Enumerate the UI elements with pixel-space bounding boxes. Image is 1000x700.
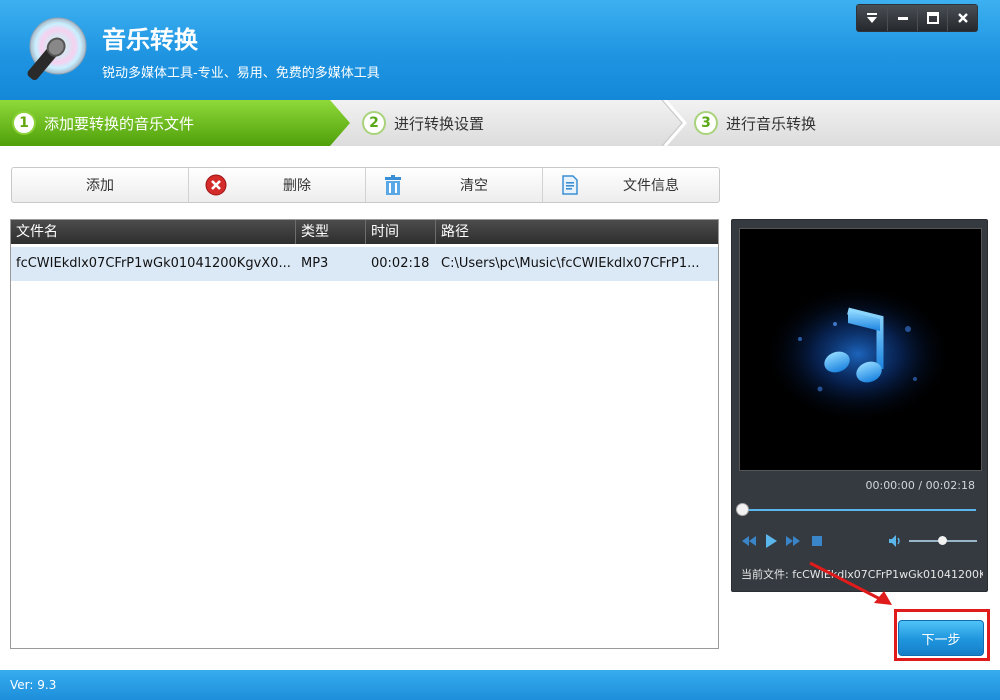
stop-icon[interactable] bbox=[809, 533, 825, 549]
arrow-annotation-icon bbox=[809, 561, 892, 605]
close-icon bbox=[957, 13, 968, 23]
cd-microphone-icon bbox=[27, 17, 87, 81]
menu-dropdown-icon bbox=[867, 13, 877, 23]
music-note-icon bbox=[763, 284, 953, 424]
playback-time: 00:00:00 / 00:02:18 bbox=[865, 479, 975, 492]
cell-path: C:\Users\pc\Music\fcCWIEkdlx07CFrP1... bbox=[441, 256, 700, 271]
file-toolbar: 添加 删除 清空 文件信息 bbox=[11, 167, 720, 203]
next-step-button[interactable]: 下一步 bbox=[898, 620, 984, 656]
column-header-type[interactable]: 类型 bbox=[296, 220, 366, 244]
clear-button[interactable]: 清空 bbox=[366, 168, 543, 202]
window-controls bbox=[856, 4, 978, 32]
progress-handle[interactable] bbox=[736, 503, 749, 516]
file-info-button[interactable]: 文件信息 bbox=[543, 168, 719, 202]
step-1[interactable]: 1 添加要转换的音乐文件 bbox=[12, 100, 194, 146]
version-label: Ver: 9.3 bbox=[10, 678, 57, 692]
step-2-label: 进行转换设置 bbox=[394, 114, 485, 133]
minimize-button[interactable] bbox=[887, 5, 917, 31]
progress-bar[interactable] bbox=[742, 509, 976, 511]
file-list-header: 文件名 类型 时间 路径 bbox=[11, 220, 718, 244]
column-header-time[interactable]: 时间 bbox=[366, 220, 436, 244]
close-button[interactable] bbox=[947, 5, 977, 31]
cell-type: MP3 bbox=[301, 256, 329, 271]
fast-forward-icon[interactable] bbox=[785, 533, 801, 549]
cell-filename: fcCWIEkdlx07CFrP1wGk01041200KgvX0... bbox=[16, 256, 291, 271]
menu-dropdown-button[interactable] bbox=[857, 5, 887, 31]
delete-icon bbox=[205, 174, 227, 196]
minimize-icon bbox=[897, 17, 908, 20]
step-2-number: 2 bbox=[362, 111, 386, 135]
status-bar: Ver: 9.3 bbox=[0, 670, 1000, 700]
cell-time: 00:02:18 bbox=[371, 256, 430, 271]
trash-icon bbox=[385, 175, 401, 195]
step-1-number: 1 bbox=[12, 111, 36, 135]
delete-button[interactable]: 删除 bbox=[189, 168, 366, 202]
preview-screen bbox=[739, 228, 982, 471]
play-icon[interactable] bbox=[763, 533, 779, 549]
rewind-icon[interactable] bbox=[741, 533, 757, 549]
step-bar: 1 添加要转换的音乐文件 2 进行转换设置 3 进行音乐转换 bbox=[0, 100, 1000, 146]
step-3[interactable]: 3 进行音乐转换 bbox=[694, 100, 816, 146]
step-2[interactable]: 2 进行转换设置 bbox=[362, 100, 484, 146]
add-button[interactable]: 添加 bbox=[12, 168, 189, 202]
step-3-label: 进行音乐转换 bbox=[726, 114, 817, 133]
app-title: 音乐转换 bbox=[102, 26, 198, 54]
maximize-icon bbox=[926, 12, 939, 24]
volume-icon[interactable] bbox=[887, 533, 903, 549]
preview-player: 00:00:00 / 00:02:18 当前文件: fcCWIEkdlx07CF… bbox=[731, 219, 988, 592]
app-subtitle: 锐动多媒体工具-专业、易用、免费的多媒体工具 bbox=[102, 66, 380, 81]
maximize-button[interactable] bbox=[917, 5, 947, 31]
title-bar: 音乐转换 锐动多媒体工具-专业、易用、免费的多媒体工具 bbox=[0, 0, 1000, 100]
step-1-label: 添加要转换的音乐文件 bbox=[44, 114, 195, 133]
column-header-filename[interactable]: 文件名 bbox=[11, 220, 296, 244]
file-list[interactable]: 文件名 类型 时间 路径 fcCWIEkdlx07CFrP1wGk0104120… bbox=[10, 219, 719, 649]
step-3-number: 3 bbox=[694, 111, 718, 135]
table-row[interactable]: fcCWIEkdlx07CFrP1wGk01041200KgvX0... MP3… bbox=[11, 247, 718, 281]
document-info-icon bbox=[562, 175, 578, 195]
add-button-label: 添加 bbox=[86, 178, 114, 194]
volume-handle[interactable] bbox=[937, 536, 947, 545]
column-header-path[interactable]: 路径 bbox=[436, 220, 718, 244]
